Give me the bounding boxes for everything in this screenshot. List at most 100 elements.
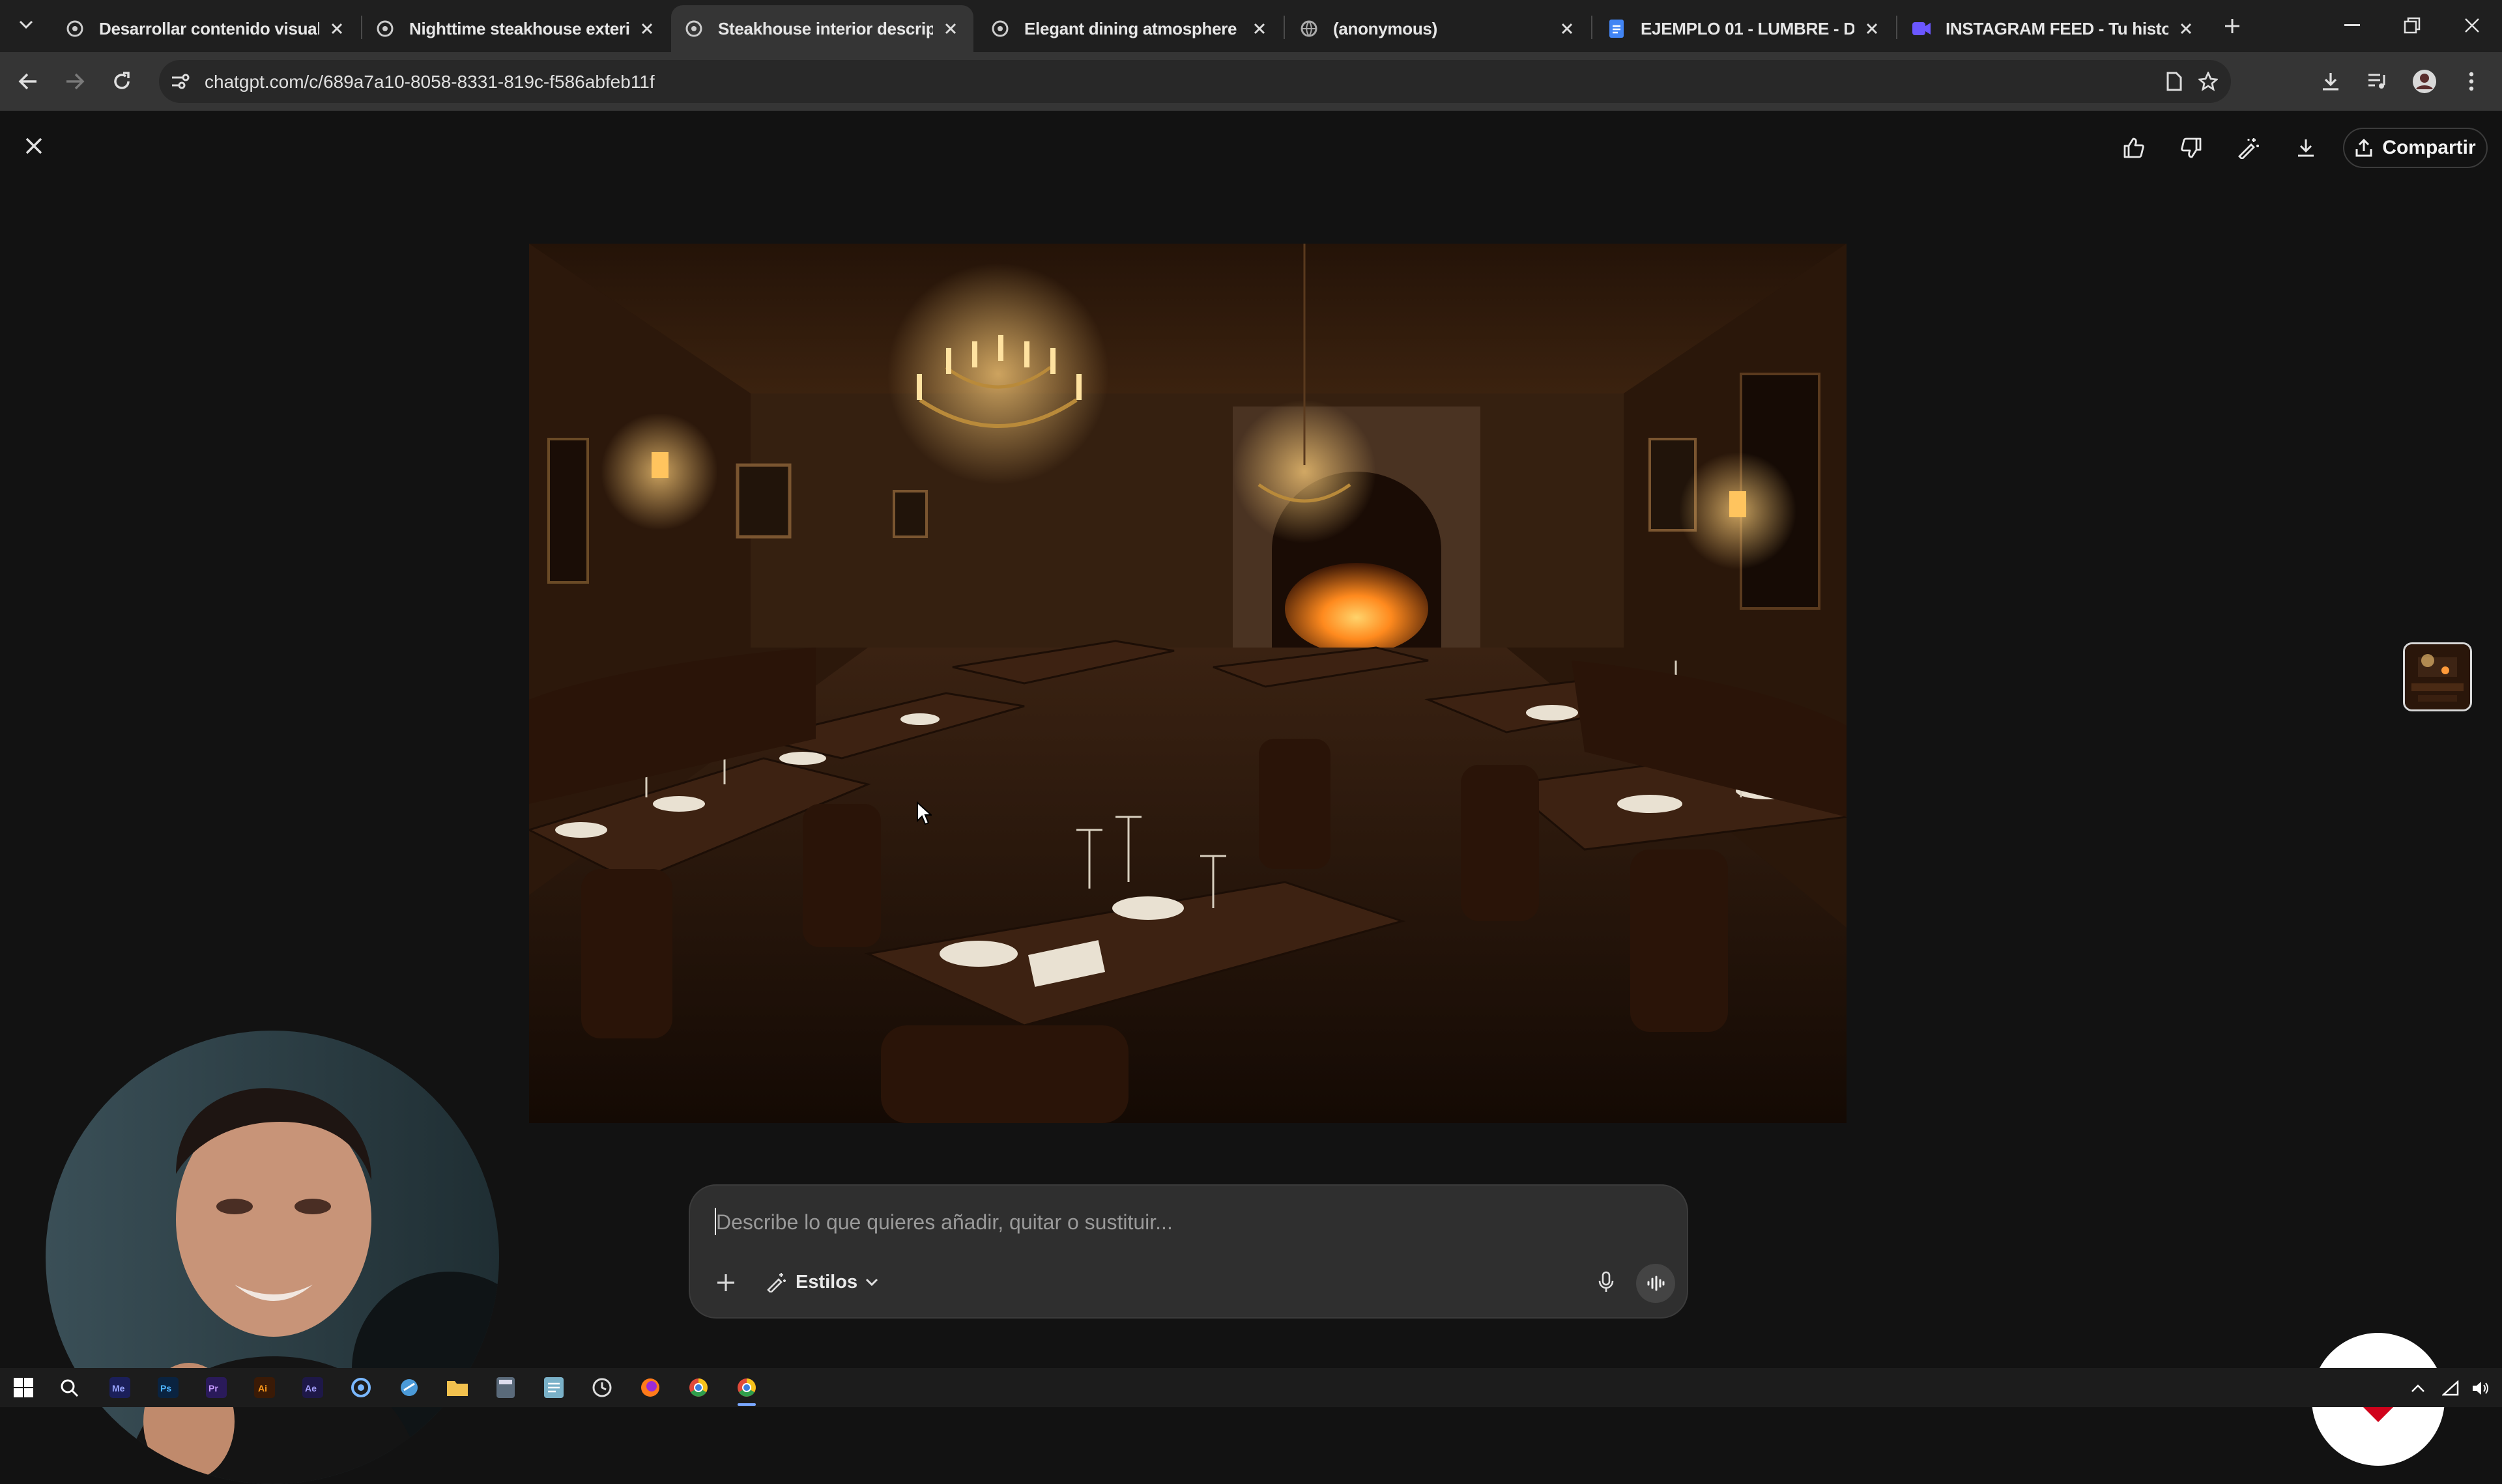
thumbs-down-button[interactable] (2175, 132, 2207, 164)
close-tab-icon[interactable] (1862, 19, 1882, 38)
plus-icon (2225, 19, 2239, 33)
reload-button[interactable] (107, 66, 137, 96)
restore-button[interactable] (2393, 9, 2432, 42)
tab-instagram-feed[interactable]: INSTAGRAM FEED - Tu historia (1899, 5, 2209, 52)
chatgpt-icon (990, 19, 1010, 38)
browser-menu-icon[interactable] (2456, 66, 2486, 96)
tab-ejemplo-lumbre[interactable]: EJEMPLO 01 - LUMBRE - Docum (1594, 5, 1895, 52)
address-bar[interactable]: chatgpt.com/c/689a7a10-8058-8331-819c-f5… (159, 60, 2231, 103)
microphone-button[interactable] (1588, 1264, 1624, 1300)
chevron-down-icon (19, 20, 33, 29)
chrome-active-icon[interactable] (732, 1373, 761, 1406)
arrow-left-icon (18, 73, 36, 90)
download-icon (2298, 139, 2314, 157)
styles-label: Estilos (796, 1271, 858, 1292)
browser-toolbar: chatgpt.com/c/689a7a10-8058-8331-819c-f5… (0, 52, 2502, 111)
chatgpt-icon (65, 19, 85, 38)
voice-mode-button[interactable] (1636, 1264, 1675, 1303)
close-viewer-button[interactable] (18, 130, 50, 162)
illustrator-icon[interactable]: Ai (250, 1373, 279, 1402)
bookmark-star-icon[interactable] (2194, 68, 2222, 95)
tab-title: (anonymous) (1333, 18, 1437, 38)
microphone-icon (1598, 1271, 1614, 1292)
profile-avatar-icon[interactable] (2409, 66, 2439, 96)
share-icon (2355, 138, 2372, 157)
styles-button[interactable]: Estilos (758, 1264, 886, 1300)
steakhouse-illustration (529, 244, 1847, 1123)
tab-title: EJEMPLO 01 - LUMBRE - Docum (1641, 18, 1854, 38)
thumbs-up-button[interactable] (2118, 132, 2150, 164)
tab-nighttime[interactable]: Nighttime steakhouse exterior (362, 5, 670, 52)
tab-title: Desarrollar contenido visual (99, 18, 319, 38)
new-tab-button[interactable] (2219, 13, 2245, 39)
chatgpt-icon (684, 19, 704, 38)
close-tab-icon[interactable] (637, 19, 657, 38)
magic-brush-icon (767, 1273, 786, 1292)
media-control-icon[interactable] (2363, 66, 2393, 96)
network-icon[interactable] (2439, 1377, 2462, 1399)
edit-image-button[interactable] (2232, 132, 2265, 164)
thumbs-up-icon (2123, 137, 2144, 158)
svg-text:Ae: Ae (305, 1383, 317, 1393)
minimize-button[interactable] (2333, 9, 2372, 42)
clock-icon[interactable] (588, 1373, 616, 1402)
thumbs-down-icon (2181, 137, 2202, 158)
close-tab-icon[interactable] (941, 19, 960, 38)
svg-text:Ai: Ai (258, 1383, 267, 1393)
notes-icon[interactable] (539, 1373, 568, 1402)
chatgpt-icon (375, 19, 395, 38)
premiere-icon[interactable]: Pr (202, 1373, 231, 1402)
tab-title: Elegant dining atmosphere (1024, 18, 1237, 38)
tab-desarrollar[interactable]: Desarrollar contenido visual (52, 5, 360, 52)
back-button[interactable] (13, 66, 43, 96)
tab-elegant-dining[interactable]: Elegant dining atmosphere (977, 5, 1282, 52)
file-explorer-icon[interactable] (443, 1373, 472, 1402)
windows-taskbar: Me Ps Pr Ai Ae (0, 1368, 2502, 1407)
mouse-cursor-icon (917, 801, 932, 825)
url-text: chatgpt.com/c/689a7a10-8058-8331-819c-f5… (205, 72, 655, 92)
waveform-icon (1647, 1276, 1665, 1291)
volume-icon[interactable] (2469, 1377, 2492, 1399)
search-icon[interactable] (55, 1373, 83, 1402)
globe-icon (1299, 19, 1319, 38)
page-info-icon[interactable] (2161, 68, 2188, 95)
media-encoder-icon[interactable]: Me (106, 1373, 134, 1402)
share-button[interactable]: Compartir (2343, 128, 2488, 168)
photoshop-icon[interactable]: Ps (154, 1373, 182, 1402)
site-info-icon[interactable] (165, 66, 195, 96)
tray-chevron-up-icon[interactable] (2407, 1377, 2429, 1399)
capture-icon[interactable] (347, 1373, 375, 1402)
close-icon (25, 137, 42, 154)
svg-text:Pr: Pr (208, 1383, 218, 1393)
calculator-icon[interactable] (491, 1373, 520, 1402)
app-icon[interactable] (395, 1373, 424, 1402)
downloads-icon[interactable] (2316, 66, 2346, 96)
tab-title: Steakhouse interior description (718, 18, 933, 38)
add-attachment-button[interactable] (708, 1265, 743, 1300)
firefox-icon[interactable] (636, 1373, 665, 1402)
chrome-icon[interactable] (684, 1373, 713, 1402)
close-icon (2465, 18, 2479, 33)
chevron-down-icon (866, 1278, 878, 1286)
forward-button[interactable] (60, 66, 90, 96)
windows-start-icon[interactable] (9, 1373, 38, 1402)
after-effects-icon[interactable]: Ae (298, 1373, 327, 1402)
close-tab-icon[interactable] (1250, 19, 1269, 38)
generated-image[interactable] (529, 244, 1847, 1123)
tab-search-button[interactable] (13, 12, 39, 38)
tab-steakhouse-interior[interactable]: Steakhouse interior description (671, 5, 973, 52)
download-image-button[interactable] (2290, 132, 2322, 164)
close-tab-icon[interactable] (2176, 19, 2196, 38)
image-thumbnail[interactable] (2403, 642, 2472, 711)
close-tab-icon[interactable] (1557, 19, 1577, 38)
docs-icon (1607, 19, 1626, 38)
presenter-video (46, 1031, 499, 1484)
close-window-button[interactable] (2452, 9, 2492, 42)
svg-text:Me: Me (112, 1383, 125, 1393)
prompt-input[interactable] (715, 1205, 1643, 1239)
reload-icon (114, 72, 130, 89)
close-tab-icon[interactable] (327, 19, 347, 38)
thumbnail-image (2405, 644, 2470, 709)
tab-title: INSTAGRAM FEED - Tu historia (1946, 18, 2168, 38)
tab-anonymous[interactable]: (anonymous) (1286, 5, 1590, 52)
